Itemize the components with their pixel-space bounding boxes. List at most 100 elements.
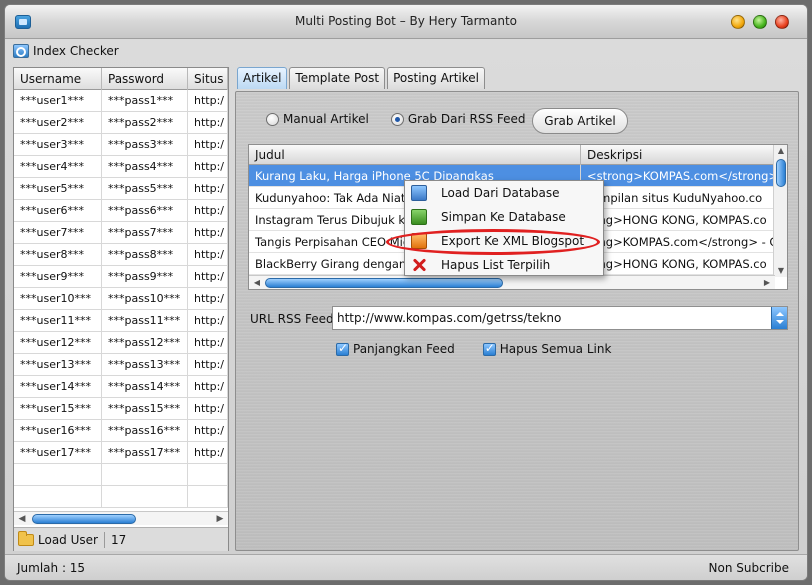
scroll-right-icon[interactable]: ▶ (761, 277, 773, 289)
password-cell: ***pass9*** (102, 266, 188, 288)
article-table-vscroll[interactable]: ▲ ▼ (773, 145, 787, 277)
table-row[interactable] (14, 464, 228, 486)
column-password[interactable]: Password (102, 68, 188, 90)
user-table-hscroll[interactable]: ◀ ▶ (14, 511, 228, 525)
table-row[interactable]: ***user7*** ***pass7*** http:/ (14, 222, 228, 244)
username-cell: ***user16*** (14, 420, 102, 442)
hscroll-thumb[interactable] (265, 278, 503, 288)
username-cell: ***user11*** (14, 310, 102, 332)
password-cell: ***pass4*** (102, 156, 188, 178)
scroll-up-icon[interactable]: ▲ (774, 145, 788, 157)
situs-cell: http:/ (188, 200, 228, 222)
scroll-left-icon[interactable]: ◀ (17, 514, 27, 524)
manual-artikel-radio[interactable] (266, 112, 279, 126)
user-count: 17 (110, 532, 127, 547)
password-cell: ***pass12*** (102, 332, 188, 354)
hapus-semua-link-checkbox[interactable] (482, 341, 496, 356)
options-row: Panjangkan Feed Hapus Semua Link (336, 341, 639, 356)
hapus-semua-link-label[interactable]: Hapus Semua Link (500, 342, 612, 356)
table-row[interactable]: ***user11*** ***pass11*** http:/ (14, 310, 228, 332)
rss-feed-radio[interactable] (390, 112, 404, 126)
ctx-load-database[interactable]: Load Dari Database (405, 181, 603, 205)
ctx-label: Hapus List Terpilih (441, 258, 551, 272)
save-icon (411, 209, 427, 225)
password-cell (102, 464, 188, 486)
tab-posting-artikel[interactable]: Posting Artikel (387, 67, 486, 89)
deskripsi-cell: <strong>KOMPAS.com</strong> D (581, 165, 775, 187)
table-row[interactable]: ***user12*** ***pass12*** http:/ (14, 332, 228, 354)
user-table-footer: Load User 17 (14, 527, 228, 551)
situs-cell (188, 464, 228, 486)
column-judul[interactable]: Judul (249, 145, 581, 165)
password-cell: ***pass11*** (102, 310, 188, 332)
ctx-save-database[interactable]: Simpan Ke Database (405, 205, 603, 229)
scroll-down-icon[interactable]: ▼ (774, 265, 788, 277)
table-row[interactable]: ***user9*** ***pass9*** http:/ (14, 266, 228, 288)
password-cell: ***pass13*** (102, 354, 188, 376)
table-row[interactable]: ***user14*** ***pass14*** http:/ (14, 376, 228, 398)
password-cell: ***pass3*** (102, 134, 188, 156)
panjangkan-feed-checkbox[interactable] (336, 341, 349, 356)
ctx-delete-selected[interactable]: Hapus List Terpilih (405, 253, 603, 277)
scroll-right-icon[interactable]: ▶ (215, 514, 225, 524)
status-bar: Jumlah : 15 Non Subcribe (5, 554, 807, 580)
scroll-thumb[interactable] (32, 514, 136, 524)
minimize-button[interactable] (731, 15, 745, 29)
vscroll-thumb[interactable] (776, 159, 786, 187)
situs-cell: http:/ (188, 288, 228, 310)
situs-cell (188, 486, 228, 508)
article-table-hscroll[interactable]: ◀ ▶ (249, 275, 775, 289)
situs-cell: http:/ (188, 398, 228, 420)
username-cell: ***user14*** (14, 376, 102, 398)
username-cell: ***user13*** (14, 354, 102, 376)
dropdown-icon[interactable] (771, 307, 787, 329)
column-situs[interactable]: Situs (188, 68, 228, 90)
table-row[interactable]: ***user2*** ***pass2*** http:/ (14, 112, 228, 134)
situs-cell: http:/ (188, 332, 228, 354)
column-username[interactable]: Username (14, 68, 102, 90)
load-user-button[interactable]: Load User (38, 533, 98, 547)
deskripsi-cell: Tampilan situs KuduNyahoo.co (581, 187, 775, 209)
table-row[interactable]: ***user1*** ***pass1*** http:/ (14, 90, 228, 112)
username-cell: ***user7*** (14, 222, 102, 244)
close-button[interactable] (775, 15, 789, 29)
table-row[interactable]: ***user5*** ***pass5*** http:/ (14, 178, 228, 200)
column-deskripsi[interactable]: Deskripsi (581, 145, 775, 165)
password-cell: ***pass8*** (102, 244, 188, 266)
table-row[interactable]: ***user16*** ***pass16*** http:/ (14, 420, 228, 442)
panjangkan-feed-label[interactable]: Panjangkan Feed (353, 342, 455, 356)
username-cell (14, 464, 102, 486)
tab-artikel[interactable]: Artikel (237, 67, 288, 89)
rss-url-label: URL RSS Feed (250, 312, 334, 326)
menu-bar: Index Checker (5, 41, 807, 63)
table-row[interactable]: ***user3*** ***pass3*** http:/ (14, 134, 228, 156)
situs-cell: http:/ (188, 112, 228, 134)
table-row[interactable]: ***user8*** ***pass8*** http:/ (14, 244, 228, 266)
folder-icon[interactable] (18, 530, 34, 546)
rss-feed-label[interactable]: Grab Dari RSS Feed (408, 112, 526, 126)
password-cell: ***pass14*** (102, 376, 188, 398)
username-cell: ***user1*** (14, 90, 102, 112)
scroll-left-icon[interactable]: ◀ (251, 277, 263, 289)
grab-artikel-button[interactable]: Grab Artikel (532, 108, 628, 134)
title-bar: Multi Posting Bot – By Hery Tarmanto (5, 5, 807, 39)
manual-artikel-label[interactable]: Manual Artikel (283, 112, 369, 126)
username-cell: ***user8*** (14, 244, 102, 266)
table-row[interactable]: ***user10*** ***pass10*** http:/ (14, 288, 228, 310)
artikel-panel: Manual Artikel Grab Dari RSS Feed Grab A… (235, 91, 799, 551)
rss-url-combobox[interactable]: http://www.kompas.com/getrss/tekno (332, 306, 788, 330)
article-table-header: Judul Deskripsi (249, 145, 775, 165)
username-cell: ***user9*** (14, 266, 102, 288)
index-checker-label: Index Checker (33, 44, 119, 58)
table-row[interactable] (14, 486, 228, 508)
table-row[interactable]: ***user4*** ***pass4*** http:/ (14, 156, 228, 178)
table-row[interactable]: ***user13*** ***pass13*** http:/ (14, 354, 228, 376)
table-row[interactable]: ***user15*** ***pass15*** http:/ (14, 398, 228, 420)
maximize-button[interactable] (753, 15, 767, 29)
username-cell: ***user4*** (14, 156, 102, 178)
table-row[interactable]: ***user17*** ***pass17*** http:/ (14, 442, 228, 464)
table-row[interactable]: ***user6*** ***pass6*** http:/ (14, 200, 228, 222)
tab-template-post[interactable]: Template Post (289, 67, 386, 89)
subscription-status: Non Subcribe (708, 561, 789, 575)
index-checker-menu[interactable]: Index Checker (13, 44, 119, 58)
